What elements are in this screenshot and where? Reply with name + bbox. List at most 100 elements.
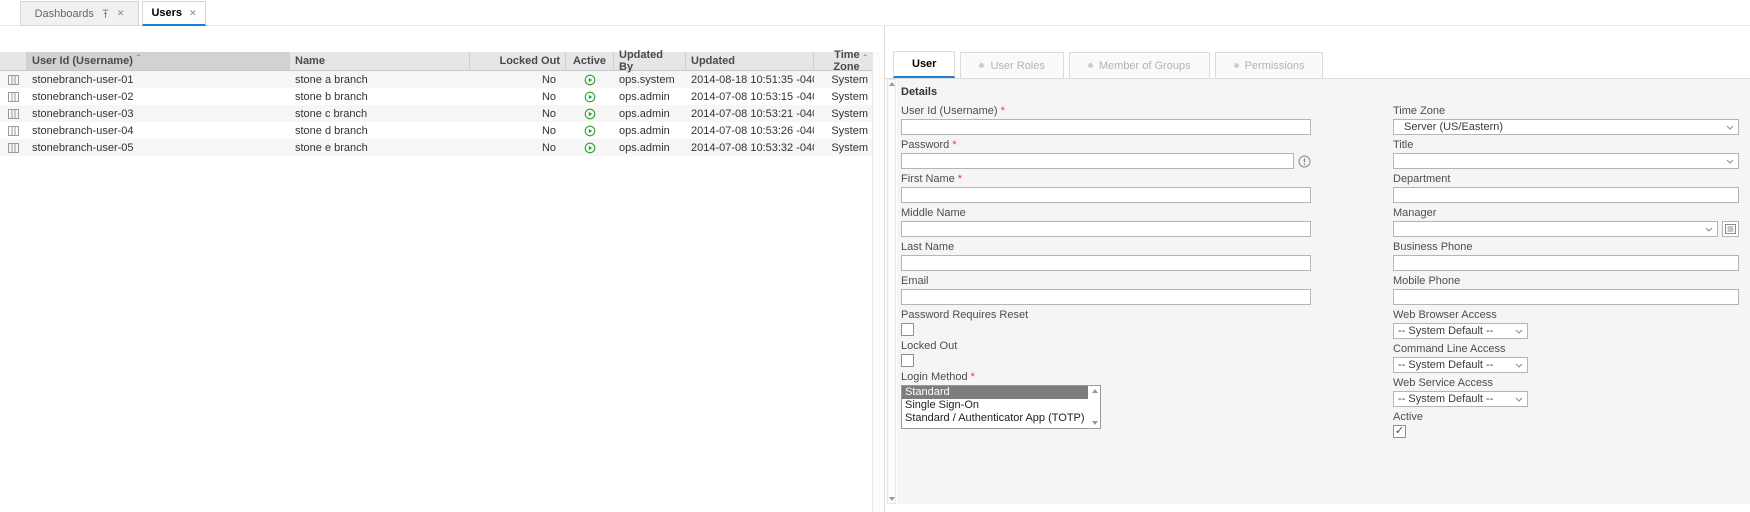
cell-name: stone d branch — [290, 125, 470, 137]
table-row[interactable]: stonebranch-user-02 stone b branch No op… — [0, 88, 872, 105]
row-details-icon[interactable] — [0, 143, 27, 153]
active-status-icon — [566, 142, 614, 154]
tab-dashboards[interactable]: Dashboards ✕ — [20, 1, 139, 26]
field-business-phone: Business Phone — [1393, 241, 1739, 271]
field-password: Password* — [901, 139, 1311, 169]
row-details-icon[interactable] — [0, 92, 27, 102]
active-checkbox[interactable]: ✓ — [1393, 425, 1406, 438]
cell-name: stone b branch — [290, 91, 470, 103]
cell-time-zone: System — [814, 142, 872, 154]
cell-time-zone: System — [814, 125, 872, 137]
locked-out-checkbox[interactable] — [901, 354, 914, 367]
tab-member-of-groups[interactable]: Member of Groups — [1069, 52, 1210, 78]
command-line-access-select[interactable]: -- System Default -- — [1393, 357, 1528, 373]
close-icon[interactable]: ✕ — [189, 9, 197, 18]
column-header-user-id[interactable]: User Id (Username) ˆ — [27, 52, 290, 70]
manager-select[interactable] — [1393, 221, 1718, 237]
detail-scrollbar[interactable] — [887, 79, 896, 504]
column-header-active[interactable]: Active — [566, 52, 614, 70]
tab-user[interactable]: User — [893, 51, 955, 78]
sort-ascending-icon: ˆ — [137, 54, 140, 65]
chevron-down-icon — [1726, 159, 1734, 164]
pin-icon[interactable] — [101, 9, 110, 19]
column-header-time-zone[interactable]: Time Zone ˆ — [814, 52, 872, 70]
password-requires-reset-checkbox[interactable] — [901, 323, 914, 336]
cell-name: stone e branch — [290, 142, 470, 154]
field-web-service-access: Web Service Access -- System Default -- — [1393, 377, 1739, 407]
field-web-browser-access: Web Browser Access -- System Default -- — [1393, 309, 1739, 339]
corner-sort-icon: ˆ — [864, 54, 867, 65]
column-header-updated-by[interactable]: Updated By — [614, 52, 686, 70]
close-icon[interactable]: ✕ — [117, 9, 125, 18]
business-phone-input[interactable] — [1393, 255, 1739, 271]
active-status-icon — [566, 91, 614, 103]
cell-updated: 2014-07-08 10:53:26 -0400 — [686, 125, 814, 137]
tab-permissions[interactable]: Permissions — [1215, 52, 1324, 78]
first-name-input[interactable] — [901, 187, 1311, 203]
field-title: Title — [1393, 139, 1739, 169]
cell-user-id: stonebranch-user-04 — [27, 125, 290, 137]
tab-dot-icon — [1088, 63, 1093, 68]
cell-locked-out: No — [470, 91, 566, 103]
user-id-input[interactable] — [901, 119, 1311, 135]
users-grid-scrollbar[interactable] — [872, 52, 880, 512]
chevron-down-icon — [1515, 329, 1523, 334]
department-input[interactable] — [1393, 187, 1739, 203]
column-header-updated[interactable]: Updated — [686, 52, 814, 70]
row-details-icon[interactable] — [0, 109, 27, 119]
field-mobile-phone: Mobile Phone — [1393, 275, 1739, 305]
table-row[interactable]: stonebranch-user-04 stone d branch No op… — [0, 122, 872, 139]
field-locked-out: Locked Out — [901, 340, 1311, 367]
scroll-up-icon[interactable] — [1092, 389, 1098, 393]
cell-user-id: stonebranch-user-05 — [27, 142, 290, 154]
login-method-option[interactable]: Single Sign-On — [902, 399, 1088, 412]
manager-details-button[interactable] — [1722, 221, 1739, 237]
tab-user-roles[interactable]: User Roles — [960, 52, 1063, 78]
field-command-line-access: Command Line Access -- System Default -- — [1393, 343, 1739, 373]
scroll-down-icon — [889, 497, 895, 501]
last-name-input[interactable] — [901, 255, 1311, 271]
table-row[interactable]: stonebranch-user-01 stone a branch No op… — [0, 71, 872, 88]
active-status-icon — [566, 108, 614, 120]
field-manager: Manager — [1393, 207, 1739, 237]
table-row[interactable]: stonebranch-user-03 stone c branch No op… — [0, 105, 872, 122]
cell-updated-by: ops.admin — [614, 108, 686, 120]
title-select[interactable] — [1393, 153, 1739, 169]
tab-users[interactable]: Users ✕ — [142, 1, 206, 26]
web-browser-access-select[interactable]: -- System Default -- — [1393, 323, 1528, 339]
login-method-listbox[interactable]: Standard Single Sign-On Standard / Authe… — [901, 385, 1101, 429]
field-user-id: User Id (Username)* — [901, 105, 1311, 135]
cell-updated: 2014-07-08 10:53:15 -0400 — [686, 91, 814, 103]
tab-dashboards-label: Dashboards — [35, 8, 94, 20]
row-details-icon[interactable] — [0, 75, 27, 85]
tab-dot-icon — [979, 63, 984, 68]
column-header-name[interactable]: Name — [290, 52, 470, 70]
mobile-phone-input[interactable] — [1393, 289, 1739, 305]
field-first-name: First Name* — [901, 173, 1311, 203]
cell-user-id: stonebranch-user-01 — [27, 74, 290, 86]
login-method-option[interactable]: Standard / Authenticator App (TOTP) — [902, 412, 1088, 425]
column-header-locked-out[interactable]: Locked Out — [470, 52, 566, 70]
record-list-icon — [1725, 224, 1736, 234]
user-detail-panel: + User User Roles Member of Groups Permi… — [884, 26, 1750, 512]
scroll-down-icon[interactable] — [1092, 421, 1098, 425]
info-icon[interactable] — [1298, 155, 1311, 168]
email-input[interactable] — [901, 289, 1311, 305]
cell-updated-by: ops.admin — [614, 142, 686, 154]
middle-name-input[interactable] — [901, 221, 1311, 237]
field-last-name: Last Name — [901, 241, 1311, 271]
cell-updated-by: ops.admin — [614, 125, 686, 137]
cell-updated-by: ops.admin — [614, 91, 686, 103]
cell-updated: 2014-07-08 10:53:32 -0400 — [686, 142, 814, 154]
field-email: Email — [901, 275, 1311, 305]
chevron-down-icon — [1515, 363, 1523, 368]
password-input[interactable] — [901, 153, 1294, 169]
login-method-option[interactable]: Standard — [902, 386, 1088, 399]
row-details-icon[interactable] — [0, 126, 27, 136]
web-service-access-select[interactable]: -- System Default -- — [1393, 391, 1528, 407]
time-zone-select[interactable]: Server (US/Eastern) — [1393, 119, 1739, 135]
table-row[interactable]: stonebranch-user-05 stone e branch No op… — [0, 139, 872, 156]
detail-tab-bar: User User Roles Member of Groups Permiss… — [885, 52, 1750, 79]
column-header-row-icon[interactable] — [0, 52, 27, 70]
chevron-down-icon — [1705, 227, 1713, 232]
